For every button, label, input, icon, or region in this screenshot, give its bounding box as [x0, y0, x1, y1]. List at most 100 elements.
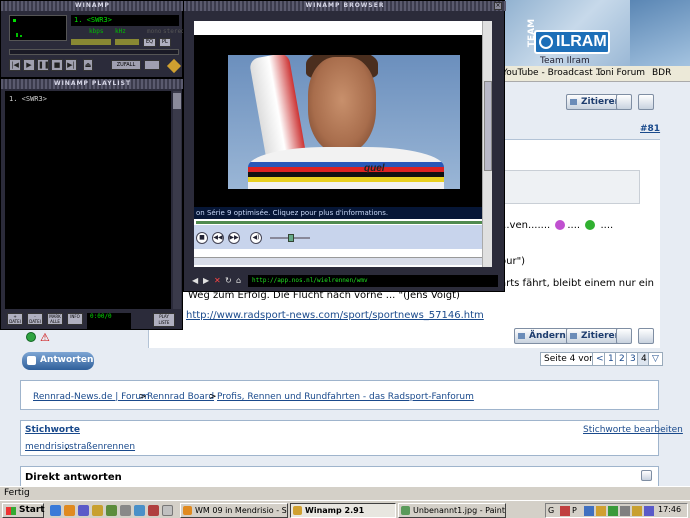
remove-file-button[interactable]: - DATEI	[27, 313, 43, 325]
browser-horizontal-scrollbar[interactable]	[194, 257, 490, 265]
tray-antivirus-icon[interactable]	[560, 506, 570, 516]
post-number-link[interactable]: #81	[640, 124, 660, 134]
quicklaunch-folder-icon[interactable]	[92, 505, 103, 516]
media-forward-button[interactable]: ▶▶	[228, 232, 240, 244]
browser-vertical-scrollbar[interactable]	[482, 21, 492, 267]
media-rewind-button[interactable]: ◀◀	[212, 232, 224, 244]
volume-slider[interactable]	[71, 39, 111, 45]
page-menu-icon[interactable]: ▽	[648, 352, 663, 366]
tray-network-icon[interactable]	[584, 506, 594, 516]
post-link[interactable]: http://www.radsport-news.com/sport/sport…	[186, 310, 484, 321]
quicklaunch-firefox-icon[interactable]	[64, 505, 75, 516]
tray-update-icon[interactable]	[608, 506, 618, 516]
bookmark-bdr[interactable]: BDR	[652, 68, 671, 78]
taskbar-firefox-task[interactable]: WM 09 in Mendrisio - Stra...	[180, 503, 288, 518]
quicklaunch-disc-icon[interactable]	[162, 505, 173, 516]
winamp-khz: kHz	[115, 28, 126, 35]
tray-messenger-icon[interactable]	[644, 506, 654, 516]
quicklaunch-ie-icon[interactable]	[50, 505, 61, 516]
browser-url-field[interactable]: http://app.nos.nl/wielrennen/wmv	[248, 275, 498, 287]
browser-viewport: quel on Série 9 optimisée. Cliquez pour …	[194, 21, 490, 267]
browser-scroll-thumb[interactable]	[484, 81, 492, 171]
taskbar: Start WM 09 in Mendrisio - Stra... Winam…	[0, 500, 690, 518]
select-all-button[interactable]: MARK ALLE	[47, 313, 63, 325]
start-button[interactable]: Start	[2, 503, 45, 518]
tray-speaker-icon[interactable]	[620, 506, 630, 516]
playlist-scroll-thumb[interactable]	[173, 93, 181, 109]
refresh-icon[interactable]: ↻	[225, 276, 232, 285]
breadcrumb-forum[interactable]: Rennrad-News.de | Forum	[33, 392, 150, 402]
report-warning-icon[interactable]: ⚠	[40, 331, 50, 344]
forward-icon[interactable]: ▶	[203, 276, 209, 285]
media-mute-button[interactable]: ◀)	[250, 232, 262, 244]
direct-answer-heading: Direkt antworten	[25, 472, 122, 483]
home-icon[interactable]: ⌂	[236, 276, 241, 285]
quicklaunch-messenger-icon[interactable]	[134, 505, 145, 516]
next-button[interactable]: ▶|	[65, 59, 77, 71]
breadcrumb-board[interactable]: Rennrad Board	[147, 392, 214, 402]
winamp-visualizer[interactable]	[9, 15, 67, 41]
video-player[interactable]: quel	[228, 55, 460, 189]
tray-g-icon[interactable]: G	[548, 506, 558, 516]
browser-close-button[interactable]: ×	[494, 2, 502, 10]
playlist-title[interactable]: WINAMP PLAYLIST	[1, 79, 184, 89]
tag-strassenrennen[interactable]: straßenrennen	[69, 442, 135, 452]
quick-reply-icon[interactable]	[638, 94, 654, 110]
tags-heading[interactable]: Stichworte	[25, 425, 80, 435]
seek-bar[interactable]	[9, 49, 179, 55]
previous-button[interactable]: |◀	[9, 59, 21, 71]
winamp-mono: mono	[147, 28, 162, 35]
add-file-button[interactable]: + DATEI	[7, 313, 23, 325]
quicklaunch-app-icon[interactable]	[148, 505, 159, 516]
multi-quote-icon-bottom[interactable]	[616, 328, 632, 344]
media-seek-bar[interactable]	[196, 221, 490, 224]
winamp-title[interactable]: WINAMP	[1, 1, 184, 11]
quicklaunch-media-icon[interactable]	[120, 505, 131, 516]
playlist-list[interactable]: 1. <SWR3>	[5, 91, 171, 309]
collapse-icon[interactable]	[641, 470, 652, 481]
playlist-toggle[interactable]: PL	[159, 38, 171, 47]
playlist-list-button[interactable]: PLAY LISTE	[153, 313, 175, 327]
tag-mendrisio[interactable]: mendrisio	[25, 442, 70, 452]
eq-toggle[interactable]: EQ	[143, 38, 157, 47]
tags-edit-link[interactable]: Stichworte bearbeiten	[583, 425, 683, 435]
winamp-logo-icon[interactable]	[166, 58, 182, 74]
multi-quote-icon[interactable]	[616, 94, 632, 110]
info-button[interactable]: INFO	[67, 313, 83, 325]
ad-caption[interactable]: on Série 9 optimisée. Cliquez pour plus …	[194, 207, 490, 219]
stop-icon[interactable]: ✕	[214, 276, 221, 285]
taskbar-winamp-task[interactable]: Winamp 2.91	[290, 503, 396, 518]
pause-button[interactable]: ❚❚	[37, 59, 50, 71]
browser-title[interactable]: WINAMP BROWSER	[184, 1, 506, 11]
quick-reply-icon-bottom[interactable]	[638, 328, 654, 344]
answer-button[interactable]: Antworten	[22, 352, 94, 370]
stop-button[interactable]: ■	[51, 59, 63, 71]
playlist-scrollbar[interactable]	[173, 91, 181, 309]
ilram-logo-text: ILRAM	[556, 33, 607, 50]
media-stop-button[interactable]: ■	[196, 232, 208, 244]
balance-slider[interactable]	[115, 39, 139, 45]
bookmark-youtube[interactable]: YouTube - Broadcast ...	[502, 68, 604, 78]
tray-security-icon[interactable]	[632, 506, 642, 516]
play-button[interactable]: ▶	[23, 59, 35, 71]
quicklaunch-desktop-icon[interactable]	[106, 505, 117, 516]
quicklaunch-email-icon[interactable]	[78, 505, 89, 516]
edit-button[interactable]: Ändern	[514, 328, 571, 344]
breadcrumb-subforum[interactable]: Profis, Rennen und Rundfahrten - das Rad…	[217, 392, 474, 402]
winamp-playlist-window: WINAMP PLAYLIST 1. <SWR3> + DATEI - DATE…	[0, 78, 184, 330]
back-icon[interactable]: ◀	[192, 276, 198, 285]
tray-winamp-icon[interactable]	[596, 506, 606, 516]
eject-button[interactable]: ⏏	[83, 59, 93, 71]
taskbar-clock[interactable]: 17:46	[658, 505, 681, 514]
team-ilram-caption: Team Ilram	[540, 56, 590, 66]
bookmark-toni-forum[interactable]: Toni Forum	[596, 68, 645, 78]
playlist-item[interactable]: 1. <SWR3>	[9, 95, 47, 103]
taskbar-paint-task[interactable]: Unbenannt1.jpg - Paint	[398, 503, 506, 518]
tray-p-icon[interactable]: P	[572, 506, 582, 516]
shuffle-button[interactable]: ZUFALL	[111, 60, 141, 70]
repeat-button[interactable]	[144, 60, 160, 70]
bookmarks-bar: YouTube - Broadcast ... Toni Forum BDR	[500, 66, 690, 82]
team-ilram-logo[interactable]: ILRAM	[534, 30, 610, 54]
media-volume-knob[interactable]	[288, 234, 294, 242]
tags-panel: Stichworte Stichworte bearbeiten mendris…	[20, 420, 683, 456]
